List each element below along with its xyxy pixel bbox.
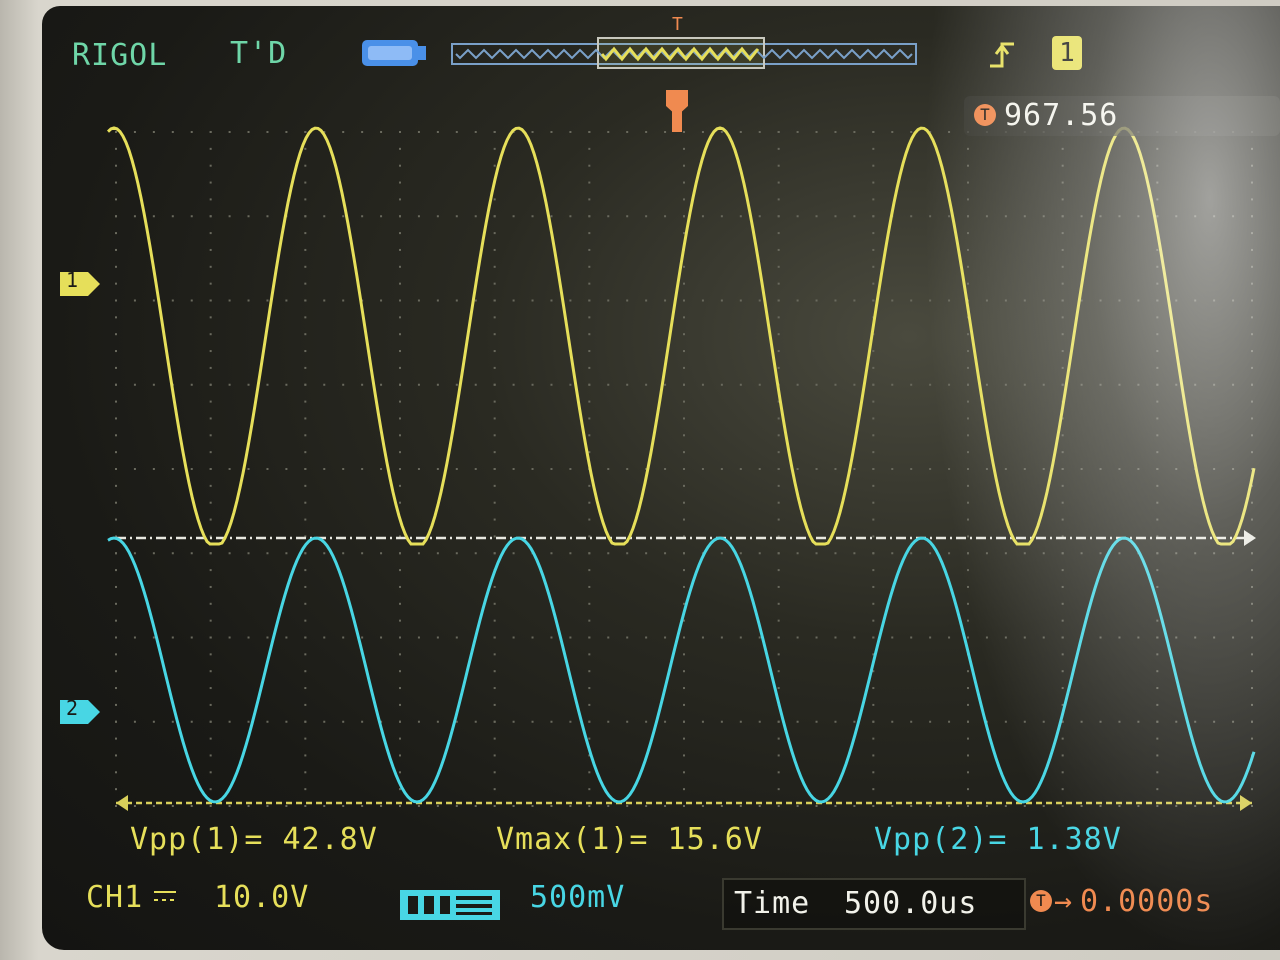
waveform-display xyxy=(60,37,1256,920)
timebase-panel[interactable]: Time 500.0us xyxy=(722,878,1026,930)
time-label: Time xyxy=(734,886,811,921)
trigger-time-icon: T xyxy=(974,104,996,126)
trigger-top-marker: T xyxy=(672,14,684,35)
trigger-offset-value: 0.0000s xyxy=(1080,884,1214,919)
vpp-ch1-measurement: Vpp(1)= 42.8V xyxy=(130,822,378,857)
ch1-waveform xyxy=(106,126,1256,546)
ch1-ground-arrow-left xyxy=(116,795,128,811)
ch1-scale[interactable]: 10.0V xyxy=(214,880,309,915)
ch1-ground-arrow xyxy=(1240,795,1252,811)
ch1-badge: 1 xyxy=(1052,36,1082,70)
dc-coupling-icon xyxy=(154,891,176,901)
trigger-offset-readout[interactable]: T → 0.0000s xyxy=(1030,878,1280,926)
trigger-status: T'D xyxy=(230,36,288,71)
time-scale: 500.0us xyxy=(844,886,978,921)
oscilloscope-screen: RIGOL T'D T 1 T 967.56 1 2 Vpp(1)= 42.8V… xyxy=(42,6,1280,950)
trigger-time-readout: T 967.56 xyxy=(964,96,1280,136)
ch2-scale[interactable]: 500mV xyxy=(530,880,625,915)
vpp-ch2-measurement: Vpp(2)= 1.38V xyxy=(874,822,1122,857)
rising-edge-icon xyxy=(990,42,1014,68)
ch2-status-icon xyxy=(400,890,500,920)
ch1-marker-label: 1 xyxy=(66,268,80,292)
ch2-waveform xyxy=(107,536,1256,804)
brand-label: RIGOL xyxy=(72,38,168,73)
trigger-offset-icon: T xyxy=(1030,890,1052,912)
memory-depth-bar xyxy=(451,37,917,69)
vmax-ch1-measurement: Vmax(1)= 15.6V xyxy=(496,822,763,857)
ch2-reference-arrow xyxy=(1244,530,1256,546)
run-state-icon xyxy=(362,40,426,66)
ch2-marker-label: 2 xyxy=(66,696,80,720)
ch1-label[interactable]: CH1 xyxy=(86,880,143,915)
trigger-position-marker[interactable] xyxy=(666,90,688,132)
trigger-time-value: 967.56 xyxy=(1004,98,1119,133)
trigger-offset-arrow: → xyxy=(1054,884,1074,919)
graticule xyxy=(115,131,1253,807)
